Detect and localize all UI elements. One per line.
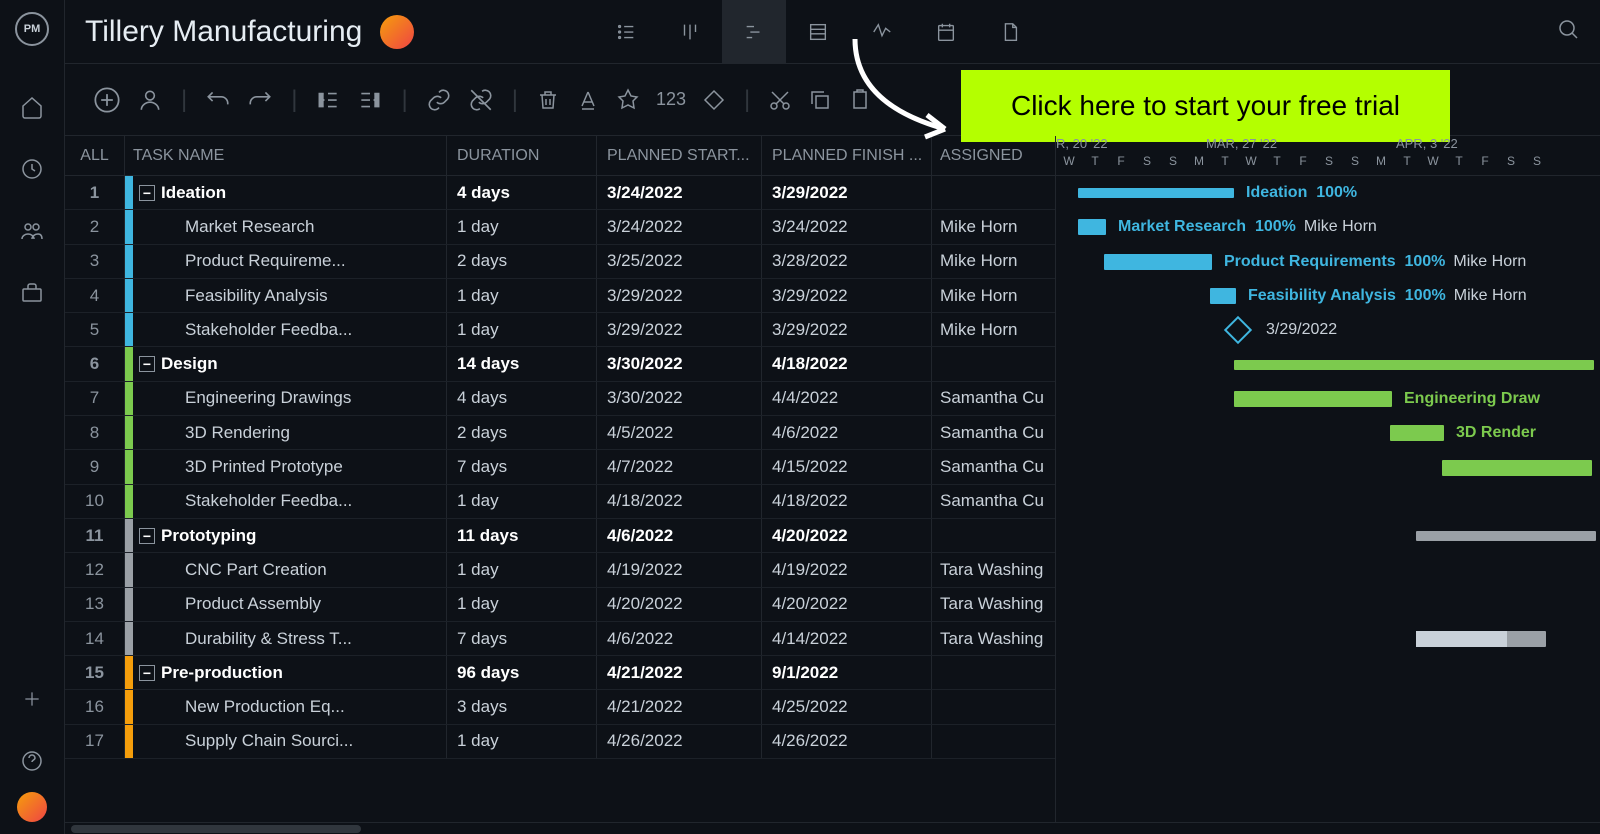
calendar-view-tab[interactable]: [914, 0, 978, 63]
search-icon[interactable]: [1556, 17, 1580, 46]
undo-icon[interactable]: [205, 87, 231, 113]
assign-icon[interactable]: [137, 87, 163, 113]
list-view-tab[interactable]: [594, 0, 658, 63]
collapse-icon[interactable]: −: [139, 528, 155, 544]
sheet-view-tab[interactable]: [786, 0, 850, 63]
project-title: Tillery Manufacturing: [85, 15, 362, 49]
outdent-icon[interactable]: [315, 87, 341, 113]
gantt-bar[interactable]: [1078, 219, 1106, 235]
collapse-icon[interactable]: −: [139, 356, 155, 372]
toolbar: | | | | 123 | Click here to start your f…: [65, 64, 1600, 136]
user-avatar[interactable]: [17, 792, 47, 822]
cut-icon[interactable]: [768, 88, 792, 112]
gantt-row[interactable]: [1056, 622, 1600, 656]
left-sidebar: PM: [0, 0, 65, 834]
briefcase-icon[interactable]: [19, 280, 45, 306]
gantt-row[interactable]: [1056, 725, 1600, 759]
board-view-tab[interactable]: [658, 0, 722, 63]
gantt-bar[interactable]: [1104, 254, 1212, 270]
grid-header: ALL TASK NAME DURATION PLANNED START... …: [65, 136, 1055, 176]
table-row[interactable]: 17Supply Chain Sourci...1 day4/26/20224/…: [65, 725, 1055, 759]
col-duration[interactable]: DURATION: [447, 136, 597, 175]
milestone-marker[interactable]: [1224, 316, 1252, 344]
col-all[interactable]: ALL: [65, 136, 125, 175]
gantt-row[interactable]: [1056, 690, 1600, 724]
gantt-row[interactable]: 3D Render: [1056, 416, 1600, 450]
team-icon[interactable]: [19, 218, 45, 244]
gantt-row[interactable]: [1056, 519, 1600, 553]
dashboard-view-tab[interactable]: [850, 0, 914, 63]
home-icon[interactable]: [19, 94, 45, 120]
highlight-icon[interactable]: [616, 88, 640, 112]
gantt-row[interactable]: [1056, 485, 1600, 519]
project-owner-avatar[interactable]: [380, 15, 414, 49]
table-row[interactable]: 12CNC Part Creation1 day4/19/20224/19/20…: [65, 553, 1055, 587]
table-row[interactable]: 3Product Requireme...2 days3/25/20223/28…: [65, 245, 1055, 279]
table-row[interactable]: 1−Ideation4 days3/24/20223/29/2022: [65, 176, 1055, 210]
paste-icon[interactable]: [848, 88, 872, 112]
milestone-icon[interactable]: [702, 88, 726, 112]
table-row[interactable]: 11−Prototyping11 days4/6/20224/20/2022: [65, 519, 1055, 553]
horizontal-scrollbar[interactable]: [65, 822, 1600, 834]
table-row[interactable]: 14Durability & Stress T...7 days4/6/2022…: [65, 622, 1055, 656]
redo-icon[interactable]: [247, 87, 273, 113]
app-logo[interactable]: PM: [15, 12, 49, 46]
table-row[interactable]: 7Engineering Drawings4 days3/30/20224/4/…: [65, 382, 1055, 416]
copy-icon[interactable]: [808, 88, 832, 112]
table-row[interactable]: 2Market Research1 day3/24/20223/24/2022M…: [65, 210, 1055, 244]
gantt-row[interactable]: 3/29/2022: [1056, 313, 1600, 347]
clock-icon[interactable]: [19, 156, 45, 182]
gantt-bar[interactable]: [1234, 391, 1392, 407]
add-icon[interactable]: [19, 686, 45, 712]
gantt-bar[interactable]: [1234, 360, 1594, 370]
table-row[interactable]: 10Stakeholder Feedba...1 day4/18/20224/1…: [65, 485, 1055, 519]
gantt-row[interactable]: Market Research 100%Mike Horn: [1056, 210, 1600, 244]
help-icon[interactable]: [19, 748, 45, 774]
gantt-row[interactable]: Ideation 100%: [1056, 176, 1600, 210]
gantt-row[interactable]: [1056, 347, 1600, 381]
gantt-bar[interactable]: [1416, 631, 1546, 647]
table-row[interactable]: 4Feasibility Analysis1 day3/29/20223/29/…: [65, 279, 1055, 313]
gantt-bar[interactable]: [1390, 425, 1444, 441]
files-view-tab[interactable]: [978, 0, 1042, 63]
link-icon[interactable]: [426, 87, 452, 113]
col-name[interactable]: TASK NAME: [125, 136, 447, 175]
indent-icon[interactable]: [357, 87, 383, 113]
table-row[interactable]: 83D Rendering2 days4/5/20224/6/2022Saman…: [65, 416, 1055, 450]
gantt-chart: R, 20 '22MAR, 27 '22APR, 3 '22 WTFSSMTWT…: [1055, 136, 1600, 834]
gantt-view-tab[interactable]: [722, 0, 786, 63]
col-start[interactable]: PLANNED START...: [597, 136, 762, 175]
gantt-row[interactable]: Engineering Draw: [1056, 382, 1600, 416]
gantt-row[interactable]: [1056, 450, 1600, 484]
gantt-row[interactable]: Product Requirements 100%Mike Horn: [1056, 245, 1600, 279]
col-finish[interactable]: PLANNED FINISH ...: [762, 136, 932, 175]
gantt-bar[interactable]: [1210, 288, 1236, 304]
table-row[interactable]: 6−Design14 days3/30/20224/18/2022: [65, 347, 1055, 381]
unlink-icon[interactable]: [468, 87, 494, 113]
table-row[interactable]: 15−Pre-production96 days4/21/20229/1/202…: [65, 656, 1055, 690]
gantt-bar[interactable]: [1416, 531, 1596, 541]
gantt-row[interactable]: [1056, 588, 1600, 622]
add-task-icon[interactable]: [93, 86, 121, 114]
gantt-row[interactable]: [1056, 656, 1600, 690]
collapse-icon[interactable]: −: [139, 665, 155, 681]
collapse-icon[interactable]: −: [139, 185, 155, 201]
text-style-icon[interactable]: [576, 88, 600, 112]
task-grid: ALL TASK NAME DURATION PLANNED START... …: [65, 136, 1055, 834]
table-row[interactable]: 5Stakeholder Feedba...1 day3/29/20223/29…: [65, 313, 1055, 347]
topbar: Tillery Manufacturing: [65, 0, 1600, 64]
gantt-bar[interactable]: [1078, 188, 1234, 198]
tool-number: 123: [656, 89, 686, 110]
gantt-row[interactable]: [1056, 553, 1600, 587]
table-row[interactable]: 13Product Assembly1 day4/20/20224/20/202…: [65, 588, 1055, 622]
gantt-bar[interactable]: [1442, 460, 1592, 476]
gantt-row[interactable]: Feasibility Analysis 100%Mike Horn: [1056, 279, 1600, 313]
table-row[interactable]: 93D Printed Prototype7 days4/7/20224/15/…: [65, 450, 1055, 484]
table-row[interactable]: 16New Production Eq...3 days4/21/20224/2…: [65, 690, 1055, 724]
delete-icon[interactable]: [536, 88, 560, 112]
cta-button[interactable]: Click here to start your free trial: [961, 70, 1450, 142]
